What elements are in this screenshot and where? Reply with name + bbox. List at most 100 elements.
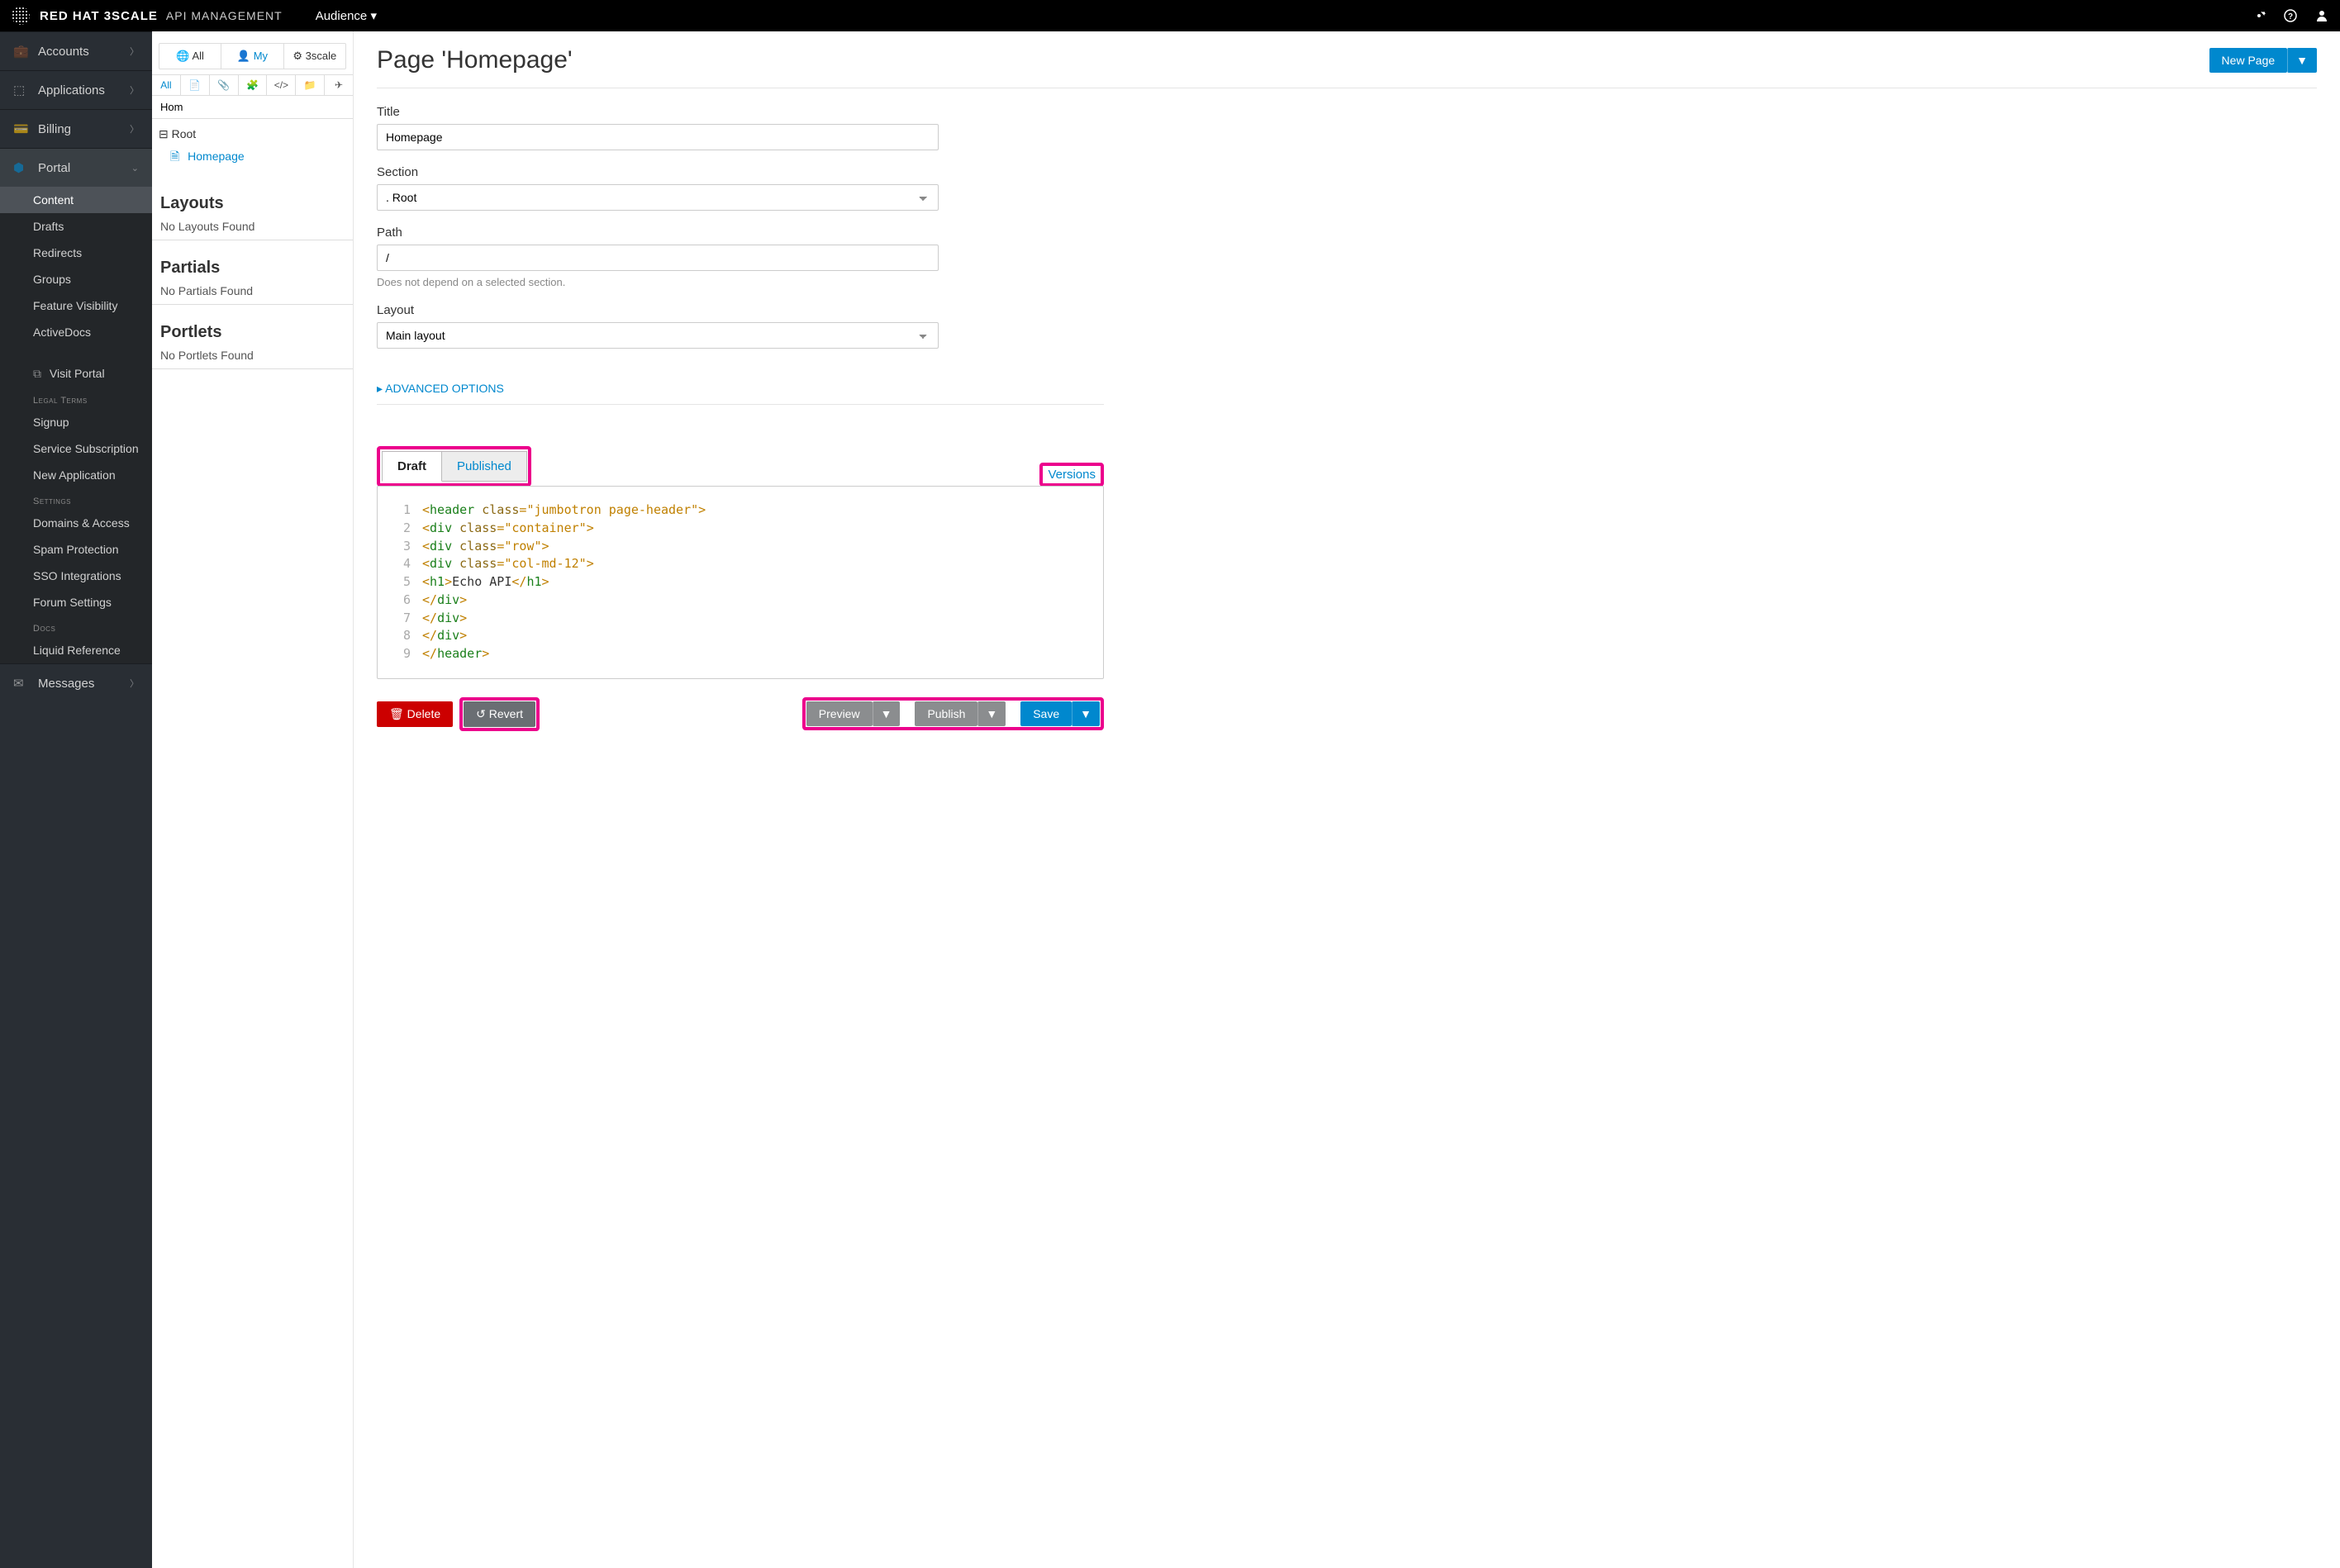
sidebar-item-label: Accounts bbox=[38, 45, 89, 59]
sidebar-sub-sso[interactable]: SSO Integrations bbox=[0, 563, 152, 589]
sidebar-item-label: Visit Portal bbox=[50, 367, 105, 380]
code-line[interactable]: 4 <div class="col-md-12"> bbox=[388, 555, 1093, 573]
advanced-options-toggle[interactable]: ADVANCED OPTIONS bbox=[377, 373, 1104, 405]
cms-tab-all[interactable]: 🌐 All bbox=[159, 44, 221, 69]
button-label: Delete bbox=[407, 707, 440, 720]
sidebar-sub-activedocs[interactable]: ActiveDocs bbox=[0, 319, 152, 345]
briefcase-icon: 💼 bbox=[13, 44, 28, 59]
code-editor[interactable]: 1<header class="jumbotron page-header">2… bbox=[377, 486, 1104, 679]
sidebar: 💼 Accounts 〉 ⬚ Applications 〉 💳 Billing … bbox=[0, 31, 152, 1568]
cms-filter-folder-icon[interactable]: 📁 bbox=[296, 75, 325, 95]
cms-filter-code-icon[interactable]: </> bbox=[267, 75, 296, 95]
sidebar-item-label: Messages bbox=[38, 677, 94, 691]
gear-icon[interactable] bbox=[2252, 9, 2266, 22]
sidebar-sub-service-subscription[interactable]: Service Subscription bbox=[0, 435, 152, 462]
main-content: Page 'Homepage' New Page ▼ Title Section… bbox=[354, 31, 2340, 1568]
cms-tab-my[interactable]: 👤 My bbox=[221, 44, 283, 69]
tab-label: My bbox=[254, 50, 268, 62]
audience-label: Audience bbox=[316, 9, 368, 23]
cms-filter-portlet-icon[interactable]: ✈ bbox=[325, 75, 353, 95]
cms-filter-partial-icon[interactable]: 🧩 bbox=[239, 75, 268, 95]
line-number: 5 bbox=[388, 573, 411, 592]
code-line[interactable]: 8 </div> bbox=[388, 627, 1093, 645]
sidebar-item-accounts[interactable]: 💼 Accounts 〉 bbox=[0, 32, 152, 70]
cms-empty-partials: No Partials Found bbox=[152, 281, 353, 305]
audience-dropdown[interactable]: Audience ▾ bbox=[316, 8, 377, 23]
code-line[interactable]: 9</header> bbox=[388, 645, 1093, 663]
sidebar-sub-domains[interactable]: Domains & Access bbox=[0, 510, 152, 536]
user-icon: 👤 bbox=[237, 50, 254, 62]
save-dropdown[interactable]: ▼ bbox=[1072, 701, 1100, 726]
tab-label: 3scale bbox=[306, 50, 337, 62]
publish-dropdown[interactable]: ▼ bbox=[977, 701, 1006, 726]
publish-button[interactable]: Publish bbox=[915, 701, 977, 726]
sidebar-sub-signup[interactable]: Signup bbox=[0, 409, 152, 435]
sidebar-sub-groups[interactable]: Groups bbox=[0, 266, 152, 292]
path-input[interactable] bbox=[377, 245, 939, 271]
cms-tree: ⊟ Root 🗎 Homepage bbox=[152, 119, 353, 176]
title-label: Title bbox=[377, 105, 939, 119]
credit-card-icon: 💳 bbox=[13, 121, 28, 136]
sidebar-sub-redirects[interactable]: Redirects bbox=[0, 240, 152, 266]
collapse-icon: ⊟ bbox=[159, 127, 172, 140]
layout-label: Layout bbox=[377, 303, 939, 317]
sidebar-item-portal[interactable]: ⬢ Portal ⌄ bbox=[0, 149, 152, 187]
preview-button[interactable]: Preview bbox=[806, 701, 873, 726]
sidebar-sub-forum[interactable]: Forum Settings bbox=[0, 589, 152, 615]
code-line[interactable]: 1<header class="jumbotron page-header"> bbox=[388, 501, 1093, 520]
tree-node-label: Root bbox=[172, 127, 197, 140]
code-line[interactable]: 7 </div> bbox=[388, 610, 1093, 628]
highlight-versions: Versions bbox=[1039, 463, 1104, 487]
sidebar-sub-content[interactable]: Content bbox=[0, 187, 152, 213]
cms-search-input[interactable] bbox=[152, 96, 353, 119]
tree-file-homepage[interactable]: 🗎 Homepage bbox=[159, 145, 346, 171]
tree-root-node[interactable]: ⊟ Root bbox=[159, 124, 346, 145]
code-line[interactable]: 6 </div> bbox=[388, 592, 1093, 610]
editor-tab-published[interactable]: Published bbox=[441, 451, 527, 482]
cms-filter-all[interactable]: All bbox=[152, 75, 181, 95]
highlight-editor-tabs: Draft Published bbox=[377, 446, 531, 487]
sidebar-item-applications[interactable]: ⬚ Applications 〉 bbox=[0, 71, 152, 109]
sidebar-heading-legal: Legal Terms bbox=[0, 387, 152, 409]
sidebar-item-messages[interactable]: ✉ Messages 〉 bbox=[0, 664, 152, 702]
cms-ownership-tabs: 🌐 All 👤 My ⚙ 3scale bbox=[159, 43, 346, 69]
sidebar-sub-feature-visibility[interactable]: Feature Visibility bbox=[0, 292, 152, 319]
sidebar-sub-spam[interactable]: Spam Protection bbox=[0, 536, 152, 563]
versions-link[interactable]: Versions bbox=[1044, 460, 1099, 489]
cms-tab-3scale[interactable]: ⚙ 3scale bbox=[284, 44, 345, 69]
revert-button[interactable]: ↺ Revert bbox=[464, 701, 535, 727]
layout-select[interactable]: Main layout bbox=[377, 322, 939, 349]
cms-empty-portlets: No Portlets Found bbox=[152, 345, 353, 369]
help-icon[interactable]: ? bbox=[2284, 9, 2297, 22]
save-button[interactable]: Save bbox=[1020, 701, 1072, 726]
title-input[interactable] bbox=[377, 124, 939, 150]
sidebar-item-billing[interactable]: 💳 Billing 〉 bbox=[0, 110, 152, 148]
code-line[interactable]: 2 <div class="container"> bbox=[388, 520, 1093, 538]
sidebar-sub-drafts[interactable]: Drafts bbox=[0, 213, 152, 240]
sidebar-sub-new-application[interactable]: New Application bbox=[0, 462, 152, 488]
section-select[interactable]: . Root bbox=[377, 184, 939, 211]
code-line[interactable]: 5 <h1>Echo API</h1> bbox=[388, 573, 1093, 592]
topbar: RED HAT 3SCALE API MANAGEMENT Audience ▾… bbox=[0, 0, 2340, 31]
editor-tab-draft[interactable]: Draft bbox=[382, 451, 442, 482]
new-page-dropdown[interactable]: ▼ bbox=[2287, 48, 2317, 73]
delete-button[interactable]: 🗑 Delete bbox=[377, 701, 453, 727]
sidebar-item-label: Portal bbox=[38, 161, 70, 175]
code-line[interactable]: 3 <div class="row"> bbox=[388, 538, 1093, 556]
preview-dropdown[interactable]: ▼ bbox=[873, 701, 901, 726]
cms-filter-page-icon[interactable]: 📄 bbox=[181, 75, 210, 95]
user-icon[interactable] bbox=[2315, 9, 2328, 22]
sidebar-sub-liquid[interactable]: Liquid Reference bbox=[0, 637, 152, 663]
chevron-right-icon: 〉 bbox=[130, 122, 139, 135]
sidebar-sub-visit-portal[interactable]: ⧉ Visit Portal bbox=[0, 360, 152, 387]
cms-filter-attachment-icon[interactable]: 📎 bbox=[210, 75, 239, 95]
line-number: 9 bbox=[388, 645, 411, 663]
line-number: 7 bbox=[388, 610, 411, 628]
cms-section-portlets: Portlets bbox=[152, 305, 353, 345]
trash-icon: 🗑 bbox=[389, 707, 407, 720]
line-number: 1 bbox=[388, 501, 411, 520]
line-number: 3 bbox=[388, 538, 411, 556]
sitemap-icon: ⬢ bbox=[13, 160, 28, 175]
new-page-button[interactable]: New Page bbox=[2209, 48, 2288, 73]
brand-name: RED HAT 3SCALE bbox=[40, 9, 158, 23]
